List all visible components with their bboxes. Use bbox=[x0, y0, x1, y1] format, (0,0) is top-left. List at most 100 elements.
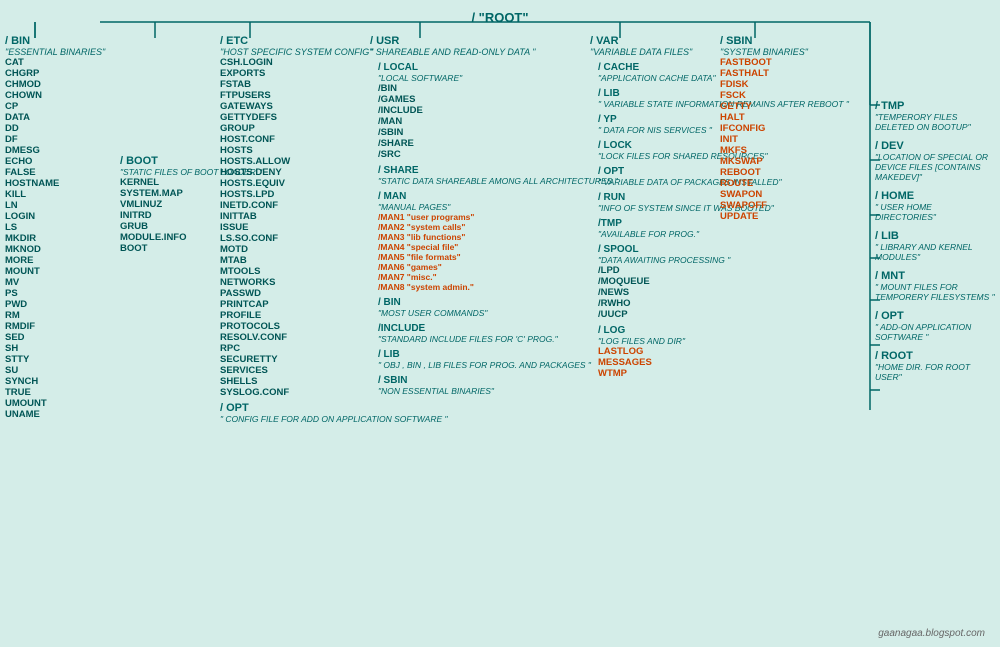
local-sub-item: /SHARE bbox=[378, 138, 618, 149]
local-sub: /BIN/GAMES/INCLUDE/MAN/SBIN/SHARE/SRC bbox=[378, 83, 618, 160]
bin-item: MKNOD bbox=[5, 244, 105, 255]
right-column: / TMP "TEMPERORY FILES DELETED ON BOOTUP… bbox=[875, 100, 995, 390]
sbin-desc: "SYSTEM BINARIES" bbox=[720, 47, 808, 57]
man-item: /MAN5 "file formats" bbox=[378, 252, 618, 262]
bin-item: SED bbox=[5, 332, 105, 343]
right-opt: / OPT " ADD-ON APPLICATION SOFTWARE " bbox=[875, 310, 995, 342]
right-lib-title: / LIB bbox=[875, 230, 995, 242]
bin-item: CAT bbox=[5, 57, 105, 68]
usr-bin: / BIN "MOST USER COMMANDS" bbox=[370, 297, 618, 318]
watermark: gaanagaa.blogspot.com bbox=[878, 628, 985, 639]
etc-opt-desc: " CONFIG FILE FOR ADD ON APPLICATION SOF… bbox=[220, 414, 448, 424]
local-sub-item: /MAN bbox=[378, 116, 618, 127]
right-opt-title: / OPT bbox=[875, 310, 995, 322]
man-title: / MAN bbox=[378, 191, 618, 202]
sbin-item: MKFS bbox=[720, 145, 808, 156]
log-title: / LOG bbox=[598, 325, 849, 336]
sbin-item: HALT bbox=[720, 112, 808, 123]
right-opt-desc: " ADD-ON APPLICATION SOFTWARE " bbox=[875, 322, 995, 342]
sbin-item: ROUTE bbox=[720, 178, 808, 189]
log-desc: "LOG FILES AND DIR" bbox=[598, 336, 849, 346]
etc-opt-title: / OPT bbox=[220, 402, 448, 414]
bin-item: PWD bbox=[5, 299, 105, 310]
right-root-title: / ROOT bbox=[875, 350, 995, 362]
sbin-item: INIT bbox=[720, 134, 808, 145]
bin-item: ECHO bbox=[5, 156, 105, 167]
man-items: /MAN1 "user programs"/MAN2 "system calls… bbox=[378, 212, 618, 292]
right-root-desc: "HOME DIR. FOR ROOT USER" bbox=[875, 362, 995, 382]
bin-item: MV bbox=[5, 277, 105, 288]
usr-share: / SHARE "STATIC DATA SHAREABLE AMONG ALL… bbox=[370, 165, 618, 186]
spool-sub: /LPD/MOQUEUE/NEWS/RWHO/UUCP bbox=[598, 265, 849, 320]
bin-item: KILL bbox=[5, 189, 105, 200]
sbin-item: SWAPOFF bbox=[720, 200, 808, 211]
man-item: /MAN7 "misc." bbox=[378, 272, 618, 282]
root-title: / "ROOT" bbox=[10, 10, 990, 25]
sbin-item: REBOOT bbox=[720, 167, 808, 178]
sbin-item: UPDATE bbox=[720, 211, 808, 222]
bin-item: RMDIF bbox=[5, 321, 105, 332]
bin-desc: "ESSENTIAL BINARIES" bbox=[5, 47, 105, 57]
right-root: / ROOT "HOME DIR. FOR ROOT USER" bbox=[875, 350, 995, 382]
spool-title: / SPOOL bbox=[598, 244, 849, 255]
bin-item: TRUE bbox=[5, 387, 105, 398]
sbin-item: FDISK bbox=[720, 79, 808, 90]
usr-sbin-title: / SBIN bbox=[378, 375, 618, 386]
bin-column: / BIN "ESSENTIAL BINARIES" CATCHGRPCHMOD… bbox=[5, 35, 105, 420]
usr-lib-title: / LIB bbox=[378, 349, 618, 360]
local-desc: "LOCAL SOFTWARE" bbox=[378, 73, 618, 83]
bin-item: UNAME bbox=[5, 409, 105, 420]
bin-item: LOGIN bbox=[5, 211, 105, 222]
local-title: / LOCAL bbox=[378, 62, 618, 73]
log-items: LASTLOGMESSAGESWTMP bbox=[598, 346, 849, 379]
include-desc: "STANDARD INCLUDE FILES FOR 'C' PROG." bbox=[378, 334, 618, 344]
bin-item: SYNCH bbox=[5, 376, 105, 387]
right-mnt-title: / MNT bbox=[875, 270, 995, 282]
usr-sbin: / SBIN "NON ESSENTIAL BINARIES" bbox=[370, 375, 618, 396]
right-tmp-desc: "TEMPERORY FILES DELETED ON BOOTUP" bbox=[875, 112, 995, 132]
usr-title: / USR bbox=[370, 35, 618, 47]
local-sub-item: /SRC bbox=[378, 149, 618, 160]
page: / "ROOT" bbox=[0, 0, 1000, 647]
sbin-item: SWAPON bbox=[720, 189, 808, 200]
man-item: /MAN8 "system admin." bbox=[378, 282, 618, 292]
man-item: /MAN2 "system calls" bbox=[378, 222, 618, 232]
right-home: / HOME " USER HOME DIRECTORIES" bbox=[875, 190, 995, 222]
local-sub-item: /INCLUDE bbox=[378, 105, 618, 116]
share-desc: "STATIC DATA SHAREABLE AMONG ALL ARCHITE… bbox=[378, 176, 618, 186]
bin-item: UMOUNT bbox=[5, 398, 105, 409]
sbin-item: FSCK bbox=[720, 90, 808, 101]
bin-item: STTY bbox=[5, 354, 105, 365]
sbin-items: FASTBOOTFASTHALTFDISKFSCKGETTYHALTIFCONF… bbox=[720, 57, 808, 222]
spool-sub-item: /MOQUEUE bbox=[598, 276, 849, 287]
bin-item: LS bbox=[5, 222, 105, 233]
etc-opt: / OPT " CONFIG FILE FOR ADD ON APPLICATI… bbox=[220, 402, 448, 424]
var-tmp-desc: "AVAILABLE FOR PROG." bbox=[598, 229, 849, 239]
right-home-title: / HOME bbox=[875, 190, 995, 202]
usr-man: / MAN "MANUAL PAGES" /MAN1 "user program… bbox=[370, 191, 618, 292]
usr-bin-desc: "MOST USER COMMANDS" bbox=[378, 308, 618, 318]
spool-desc: "DATA AWAITING PROCESSING " bbox=[598, 255, 849, 265]
bin-item: RM bbox=[5, 310, 105, 321]
bin-item: PS bbox=[5, 288, 105, 299]
right-dev: / DEV "LOCATION OF SPECIAL OR DEVICE FIL… bbox=[875, 140, 995, 182]
log-item: LASTLOG bbox=[598, 346, 849, 357]
usr-sbin-desc: "NON ESSENTIAL BINARIES" bbox=[378, 386, 618, 396]
sbin-item: MKSWAP bbox=[720, 156, 808, 167]
include-title: /INCLUDE bbox=[378, 323, 618, 334]
bin-item: CP bbox=[5, 101, 105, 112]
spool-sub-item: /RWHO bbox=[598, 298, 849, 309]
usr-desc: " SHAREABLE AND READ-ONLY DATA " bbox=[370, 47, 618, 57]
right-lib-desc: " LIBRARY AND KERNEL MODULES" bbox=[875, 242, 995, 262]
bin-item: SU bbox=[5, 365, 105, 376]
log-item: WTMP bbox=[598, 368, 849, 379]
spool-sub-item: /UUCP bbox=[598, 309, 849, 320]
bin-item: DD bbox=[5, 123, 105, 134]
bin-item: HOSTNAME bbox=[5, 178, 105, 189]
right-lib: / LIB " LIBRARY AND KERNEL MODULES" bbox=[875, 230, 995, 262]
right-home-desc: " USER HOME DIRECTORIES" bbox=[875, 202, 995, 222]
bin-item: LN bbox=[5, 200, 105, 211]
spool-sub-item: /LPD bbox=[598, 265, 849, 276]
var-spool: / SPOOL "DATA AWAITING PROCESSING " /LPD… bbox=[590, 244, 849, 320]
usr-include: /INCLUDE "STANDARD INCLUDE FILES FOR 'C'… bbox=[370, 323, 618, 344]
